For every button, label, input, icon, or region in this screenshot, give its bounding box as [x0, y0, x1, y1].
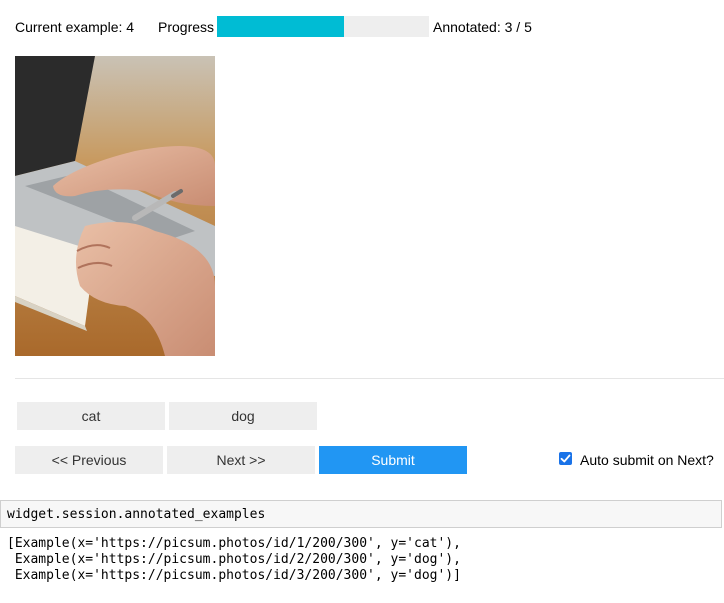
output-line: Example(x='https://picsum.photos/id/3/20… — [7, 568, 461, 583]
progress-label: Progress — [158, 19, 215, 35]
divider — [15, 378, 724, 379]
code-output: [Example(x='https://picsum.photos/id/1/2… — [7, 536, 461, 584]
previous-button[interactable]: << Previous — [15, 446, 163, 474]
submit-button[interactable]: Submit — [319, 446, 467, 474]
checkmark-icon — [560, 454, 571, 463]
code-input-cell[interactable]: widget.session.annotated_examples — [0, 500, 722, 528]
output-line: Example(x='https://picsum.photos/id/2/20… — [7, 552, 461, 567]
annotated-count-label: Annotated: 3 / 5 — [433, 19, 532, 35]
label-button-dog[interactable]: dog — [169, 402, 317, 430]
auto-submit-label: Auto submit on Next? — [580, 452, 714, 468]
output-line: [Example(x='https://picsum.photos/id/1/2… — [7, 536, 461, 551]
current-example-label: Current example: 4 — [15, 19, 135, 35]
progress-bar — [217, 16, 429, 37]
auto-submit-checkbox[interactable] — [559, 452, 572, 465]
progress-bar-fill — [217, 16, 345, 37]
next-button[interactable]: Next >> — [167, 446, 315, 474]
label-button-cat[interactable]: cat — [17, 402, 165, 430]
code-input-text: widget.session.annotated_examples — [7, 507, 266, 522]
example-image — [15, 56, 215, 356]
